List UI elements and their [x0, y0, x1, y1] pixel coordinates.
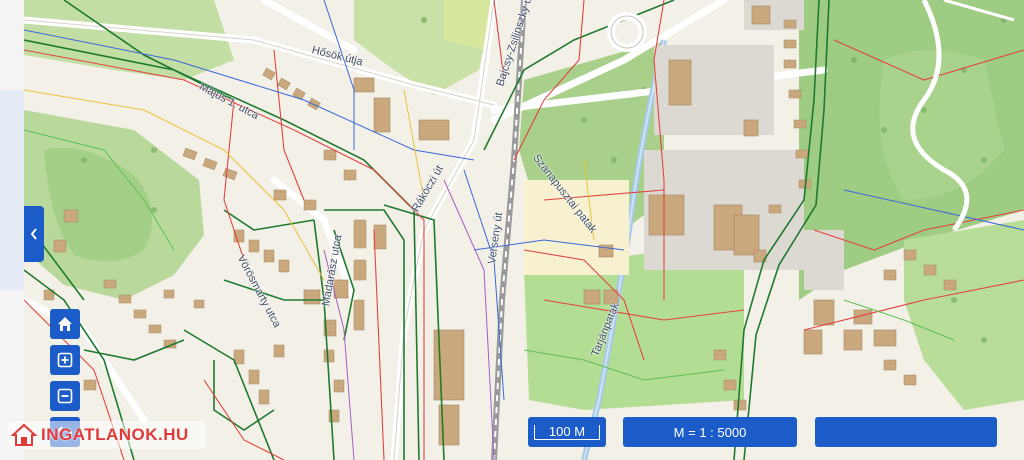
chevron-left-icon — [30, 228, 37, 240]
scale-bar: 100 M — [528, 417, 606, 447]
info-box — [815, 417, 997, 447]
ingatlanok-watermark: INGATLANOK.HU — [8, 421, 206, 449]
house-logo-icon — [11, 423, 37, 446]
plus-square-icon — [57, 352, 73, 368]
collapse-panel-button[interactable] — [24, 206, 44, 262]
scale-bar-label: 100 M — [533, 424, 601, 440]
zoom-out-button[interactable] — [50, 381, 80, 411]
home-icon — [58, 317, 72, 331]
left-panel-band — [0, 90, 24, 290]
home-button[interactable] — [50, 309, 80, 339]
watermark-text: INGATLANOK.HU — [41, 425, 189, 444]
map-scale-label: M = 1 : 5000 — [673, 424, 747, 440]
left-panel-edge — [0, 0, 25, 460]
map-canvas[interactable] — [24, 0, 1024, 460]
zoom-in-button[interactable] — [50, 345, 80, 375]
minus-square-icon — [57, 388, 73, 404]
map-scale-display: M = 1 : 5000 — [623, 417, 797, 447]
